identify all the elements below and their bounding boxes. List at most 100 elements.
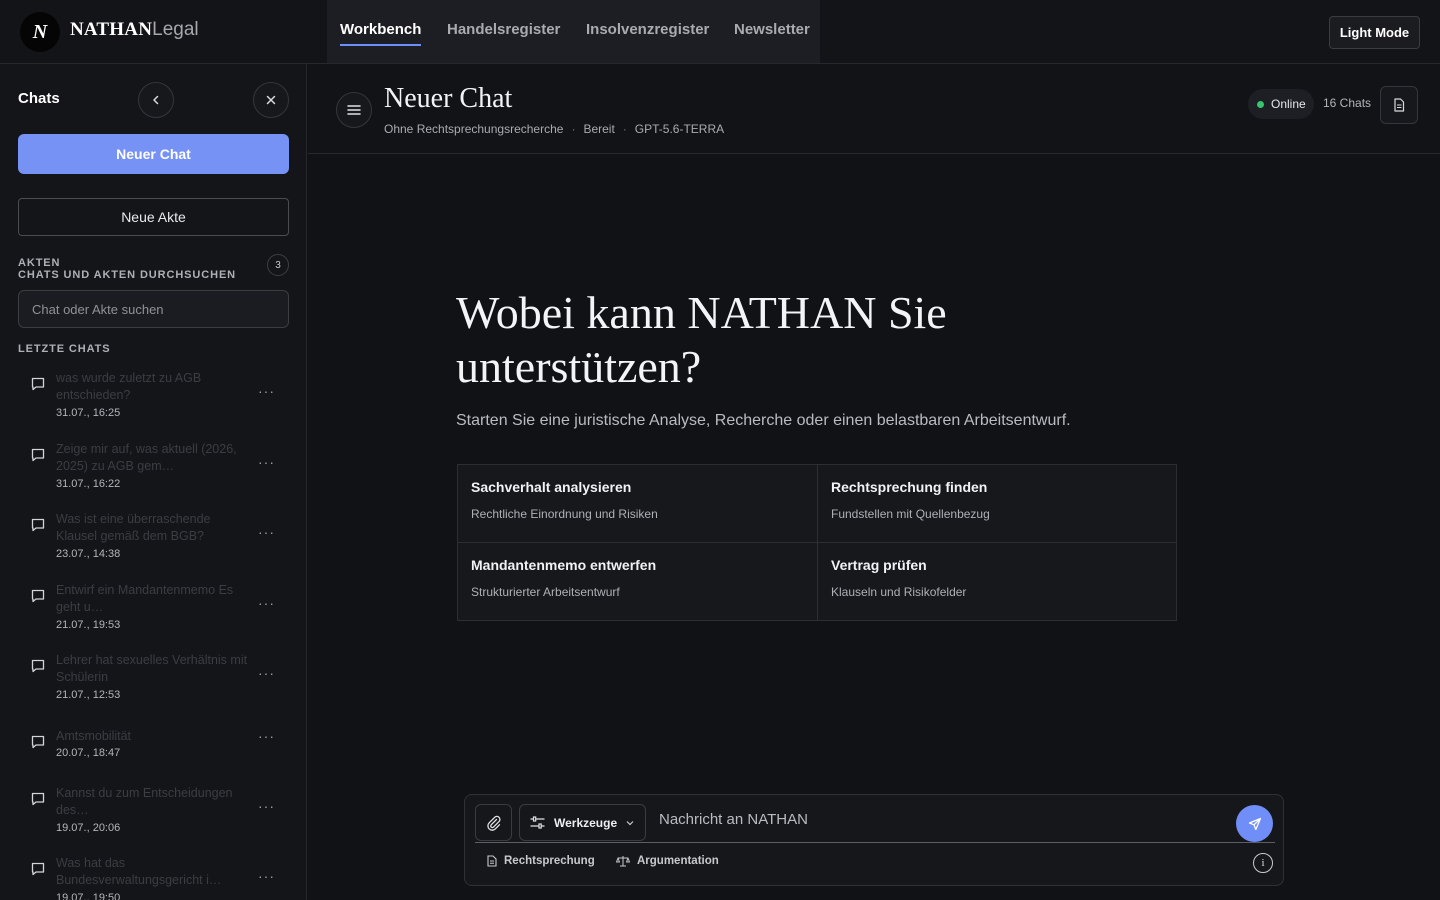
chat-title: Neuer Chat [384, 83, 513, 114]
send-icon [1248, 817, 1261, 830]
more-options-icon[interactable]: ··· [258, 595, 274, 611]
card-client-memo[interactable]: Mandantenmemo entwerfen Strukturierter A… [458, 543, 818, 621]
akten-label: AKTEN [18, 257, 61, 269]
chat-list-item[interactable]: Was hat das Bundesverwaltungsgericht i… 1… [18, 855, 289, 900]
sliders-icon [530, 816, 545, 829]
chevron-down-icon [626, 820, 634, 825]
card-subtitle: Fundstellen mit Quellenbezug [831, 507, 990, 521]
chat-title: Was hat das Bundesverwaltungsgericht i… [56, 856, 222, 887]
meta-research-mode: Ohne Rechtsprechungsrecherche [384, 122, 564, 136]
more-options-icon[interactable]: ··· [258, 868, 274, 884]
close-sidebar-button[interactable] [253, 82, 289, 118]
chat-bubble-icon [31, 377, 45, 391]
nav-handelsregister[interactable]: Handelsregister [447, 21, 560, 38]
chat-date: 20.07., 18:47 [56, 747, 121, 759]
online-status-badge: Online [1248, 89, 1314, 119]
nav-newsletter[interactable]: Newsletter [734, 21, 810, 38]
chat-date: 21.07., 19:53 [56, 619, 121, 631]
chat-meta: Ohne Rechtsprechungsrecherche · Bereit · GPT… [384, 122, 724, 136]
logo[interactable]: N [20, 12, 60, 52]
new-chat-button[interactable]: Neuer Chat [18, 134, 289, 174]
card-analyze-facts[interactable]: Sachverhalt analysieren Rechtliche Einor… [458, 465, 818, 543]
main-nav: Workbench Handelsregister Insolvenzregis… [327, 0, 820, 63]
main-area: Neuer Chat Ohne Rechtsprechungsrecherche… [308, 64, 1440, 900]
more-options-icon[interactable]: ··· [258, 798, 274, 814]
status-dot-icon [1257, 100, 1264, 108]
collapse-sidebar-button[interactable] [138, 82, 174, 118]
meta-separator: · [622, 122, 627, 136]
info-icon[interactable]: i [1253, 853, 1273, 873]
card-title: Rechtsprechung finden [831, 479, 988, 495]
paperclip-icon [486, 815, 501, 831]
chat-header: Neuer Chat Ohne Rechtsprechungsrecherche… [308, 64, 1440, 154]
chat-search-input[interactable]: Chat oder Akte suchen [18, 290, 289, 328]
light-mode-button[interactable]: Light Mode [1329, 16, 1420, 49]
brand-light: Legal [152, 19, 199, 40]
scales-icon [616, 856, 630, 867]
more-options-icon[interactable]: ··· [258, 383, 274, 399]
meta-model: GPT-5.6-TERRA [634, 122, 725, 136]
akten-heading: AKTEN CHATS UND AKTEN DURCHSUCHEN [18, 257, 236, 281]
meta-status: Bereit [583, 122, 615, 136]
more-options-icon[interactable]: ··· [258, 728, 274, 744]
message-input[interactable]: Nachricht an NATHAN [659, 811, 808, 828]
card-find-case-law[interactable]: Rechtsprechung finden Fundstellen mit Qu… [818, 465, 1178, 543]
more-options-icon[interactable]: ··· [258, 454, 274, 470]
more-options-icon[interactable]: ··· [258, 524, 274, 540]
hamburger-icon [347, 105, 361, 115]
chat-list-item[interactable]: Zeige mir auf, was aktuell (2026, 2025) … [18, 441, 289, 505]
chat-date: 23.07., 14:38 [56, 548, 121, 560]
online-label: Online [1271, 97, 1306, 111]
attach-button[interactable] [475, 804, 512, 841]
document-button[interactable] [1380, 86, 1418, 124]
chat-date: 19.07., 19:50 [56, 892, 121, 900]
chat-title: Lehrer hat sexuelles Verhältnis mit Schü… [56, 653, 248, 684]
recent-chats-heading: LETZTE CHATS [18, 343, 111, 355]
chat-list-item[interactable]: Lehrer hat sexuelles Verhältnis mit Schü… [18, 652, 289, 716]
rechtsprechung-toggle[interactable]: Rechtsprechung [487, 855, 595, 867]
new-file-button[interactable]: Neue Akte [18, 198, 289, 236]
chat-date: 31.07., 16:25 [56, 407, 121, 419]
more-options-icon[interactable]: ··· [258, 665, 274, 681]
chats-sidebar: Chats Neuer Chat Neue Akte AKTEN CHATS U… [0, 64, 307, 900]
search-heading: CHATS UND AKTEN DURCHSUCHEN [18, 269, 237, 281]
document-icon [1394, 98, 1405, 112]
brand-name[interactable]: NATHANLegal [70, 19, 199, 41]
card-title: Mandantenmemo entwerfen [471, 557, 657, 573]
chat-bubble-icon [31, 448, 45, 462]
chat-list-item[interactable]: was wurde zuletzt zu AGB entschieden? 31.… [18, 370, 289, 434]
chat-title: Was ist eine überraschende Klausel gemäß… [56, 512, 211, 543]
rechtsprechung-label: Rechtsprechung [504, 855, 595, 867]
suggestion-cards: Sachverhalt analysieren Rechtliche Einor… [457, 464, 1177, 621]
meta-separator: · [571, 122, 576, 136]
chat-bubble-icon [31, 518, 45, 532]
card-subtitle: Rechtliche Einordnung und Risiken [471, 507, 658, 521]
card-review-contract[interactable]: Vertrag prüfen Klauseln und Risikofelder [818, 543, 1178, 621]
chat-bubble-icon [31, 862, 45, 876]
card-title: Sachverhalt analysieren [471, 479, 632, 495]
hero-subtitle: Starten Sie eine juristische Analyse, Re… [456, 412, 1071, 429]
tools-label: Werkzeuge [554, 815, 618, 830]
nav-workbench[interactable]: Workbench [340, 21, 422, 46]
chat-list-item[interactable]: Kannst du zum Entscheidungen des… 19.07.,… [18, 785, 289, 849]
input-underline [475, 842, 1275, 843]
chat-list-item[interactable]: Entwirf ein Mandantenmemo Es geht u… 21.0… [18, 582, 289, 646]
document-icon [487, 855, 497, 867]
chat-date: 31.07., 16:22 [56, 478, 121, 490]
menu-button[interactable] [336, 92, 372, 128]
card-subtitle: Strukturierter Arbeitsentwurf [471, 585, 620, 599]
chat-list-item[interactable]: Amtsmobilität 20.07., 18:47 ··· [18, 728, 289, 792]
hero-title: Wobei kann NATHAN Sie unterstützen? [456, 287, 947, 392]
card-subtitle: Klauseln und Risikofelder [831, 585, 967, 599]
chat-title: Entwirf ein Mandantenmemo Es geht u… [56, 583, 234, 614]
akten-count-badge: 3 [267, 254, 289, 276]
chat-list-item[interactable]: Was ist eine überraschende Klausel gemäß… [18, 511, 289, 575]
chat-title: Zeige mir auf, was aktuell (2026, 2025) … [56, 442, 237, 473]
argumentation-toggle[interactable]: Argumentation [616, 855, 719, 867]
send-button[interactable] [1236, 805, 1273, 842]
tools-dropdown[interactable]: Werkzeuge [519, 804, 646, 841]
argumentation-label: Argumentation [637, 855, 719, 867]
chat-bubble-icon [31, 735, 45, 749]
chat-bubble-icon [31, 792, 45, 806]
nav-insolvenzregister[interactable]: Insolvenzregister [586, 21, 709, 38]
